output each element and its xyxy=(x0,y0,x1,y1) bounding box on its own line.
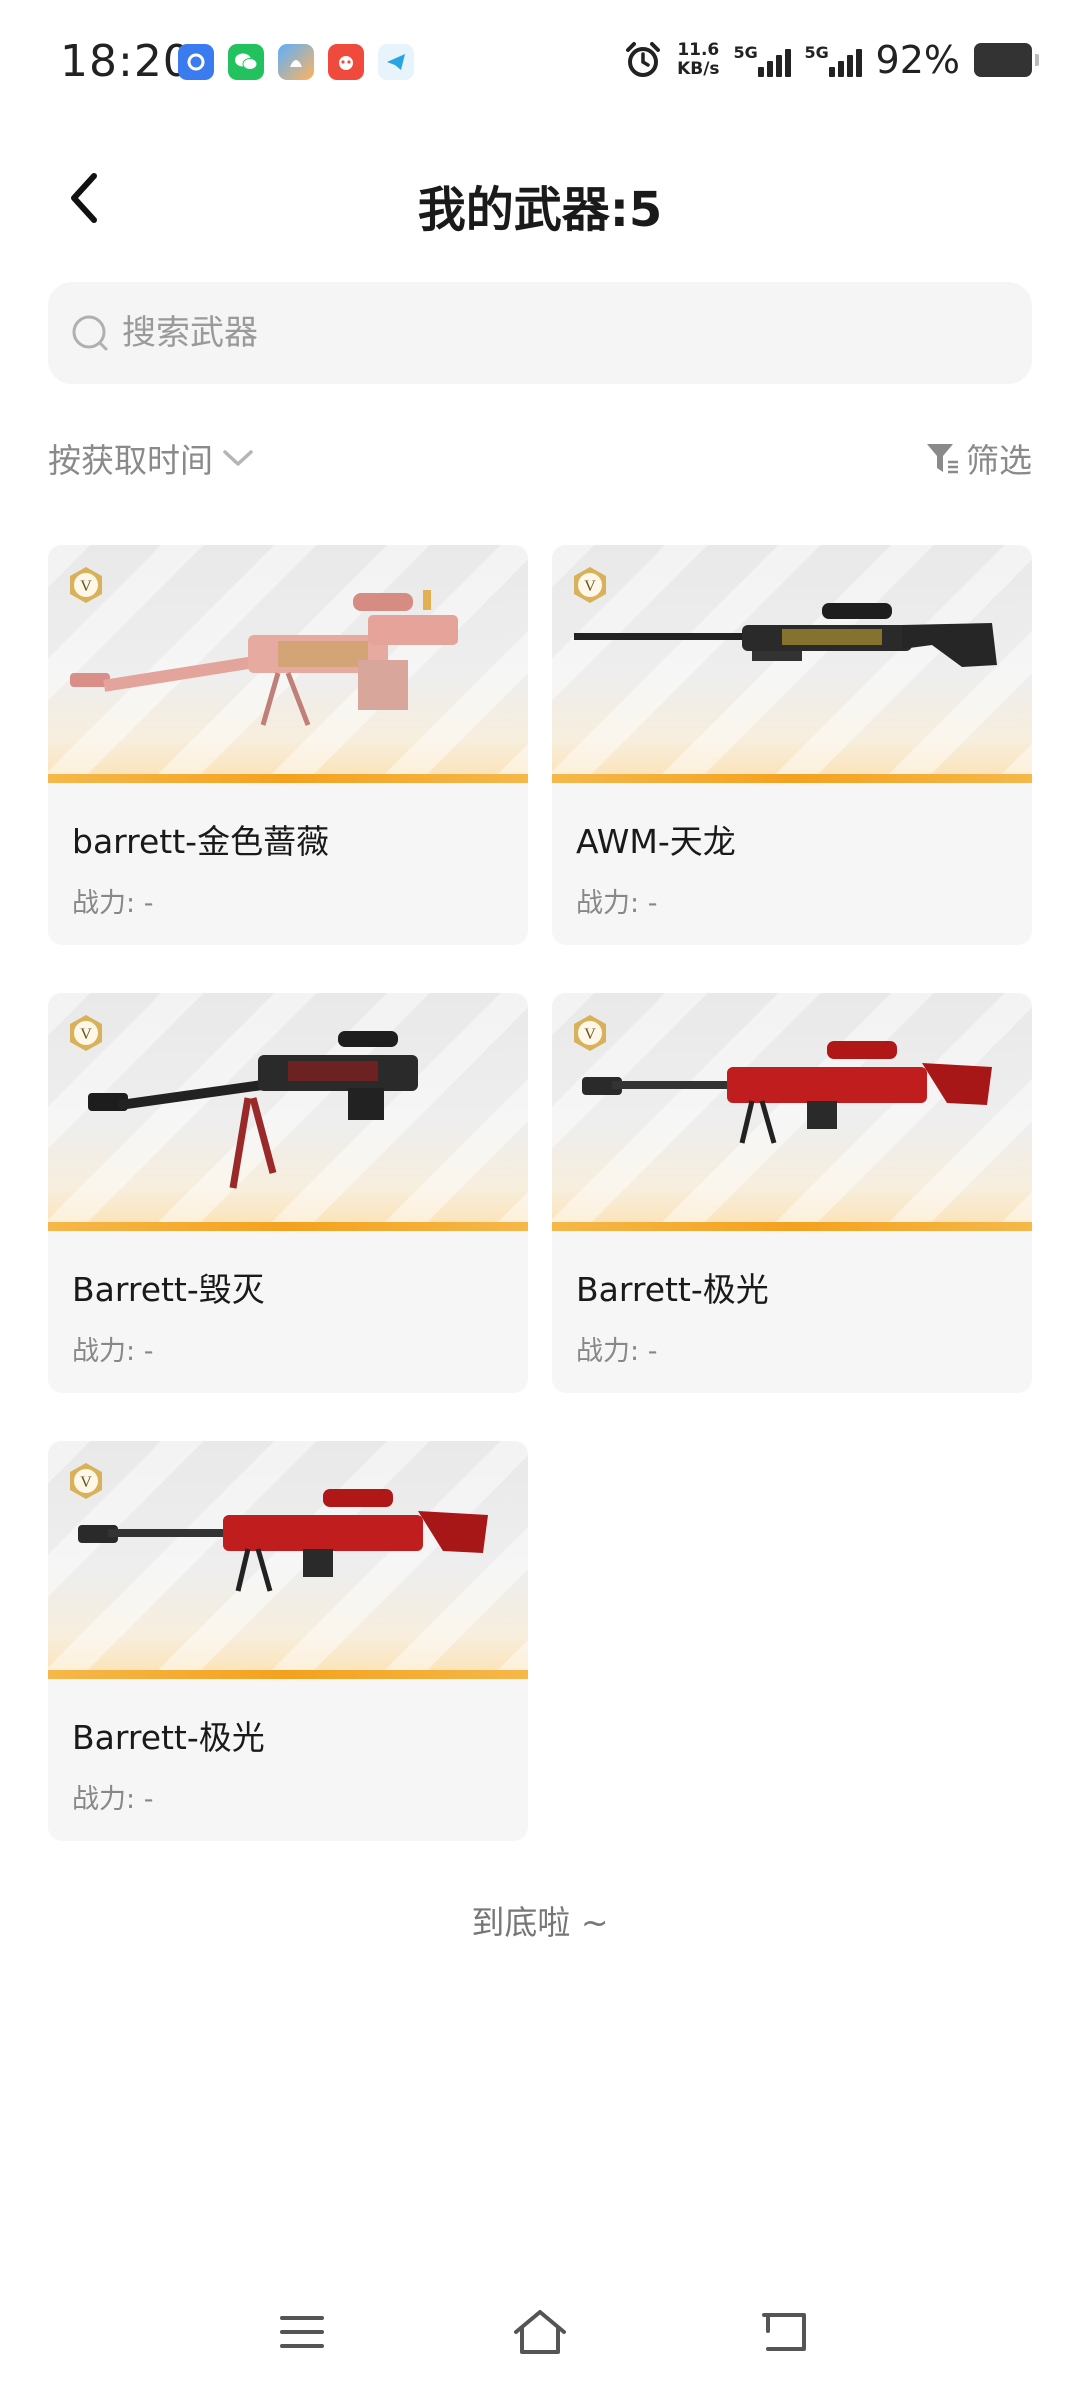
system-indicators: 11.6 KB/s 5G 5G 92% xyxy=(623,38,1039,82)
battery-percent: 92% xyxy=(875,38,960,82)
power-value: - xyxy=(647,888,658,919)
weapon-image: V xyxy=(552,545,1032,783)
v-rank-badge-icon: V xyxy=(574,567,606,603)
signal-sim2-icon: 5G xyxy=(805,43,862,77)
telegram-icon xyxy=(378,44,414,80)
alarm-icon xyxy=(626,42,661,77)
status-time: 18:20 xyxy=(60,36,192,87)
chevron-down-icon xyxy=(223,450,253,466)
app-icon-red xyxy=(328,44,364,80)
weapon-card[interactable]: V Barrett-极光 战力: - xyxy=(48,1441,528,1841)
weapon-name: Barrett-毁灭 xyxy=(72,1270,265,1309)
power-label: 战力: xyxy=(72,1784,136,1815)
menu-icon xyxy=(280,2316,324,2348)
system-navigation-bar xyxy=(0,2272,1080,2392)
weapon-barrett-black-image xyxy=(88,1031,418,1189)
return-icon xyxy=(762,2313,806,2351)
weapon-card[interactable]: V Barrett-毁灭 战力: - xyxy=(48,993,528,1393)
sort-dropdown[interactable]: 按获取时间 xyxy=(48,434,255,482)
notification-icons xyxy=(178,44,414,80)
weapon-card[interactable]: V AWM-天龙 战力: - xyxy=(552,545,1032,945)
power-value: - xyxy=(143,1784,154,1815)
weapon-power: 战力: - xyxy=(72,1777,153,1816)
sim1-label: 5G xyxy=(733,43,758,62)
weapon-image: V xyxy=(48,1441,528,1679)
weapon-power: 战力: - xyxy=(72,1329,153,1368)
app-icon-blue xyxy=(178,44,214,80)
page-title: 我的武器:5 xyxy=(417,182,663,238)
v-rank-badge-icon: V xyxy=(574,1015,606,1051)
weapon-power: 战力: - xyxy=(576,881,657,920)
sort-label: 按获取时间 xyxy=(48,441,213,480)
weapon-barrett-red-image xyxy=(582,1041,992,1144)
sim2-label: 5G xyxy=(804,43,829,62)
weapon-image: V xyxy=(552,993,1032,1231)
list-end-text: 到底啦 ~ xyxy=(471,1903,609,1942)
v-rank-badge-icon: V xyxy=(70,567,102,603)
app-icon-gradient xyxy=(278,44,314,80)
v-rank-badge-icon: V xyxy=(70,1015,102,1051)
weapon-barrett-pink-image xyxy=(70,590,458,726)
power-label: 战力: xyxy=(72,888,136,919)
power-label: 战力: xyxy=(576,1336,640,1367)
search-bar[interactable] xyxy=(48,282,1032,384)
network-speed: 11.6 KB/s xyxy=(677,41,719,79)
svg-text:V: V xyxy=(80,1026,92,1043)
network-speed-value: 11.6 xyxy=(677,40,720,60)
header: 我的武器:5 xyxy=(0,150,1080,250)
back-nav-button[interactable] xyxy=(756,2302,816,2362)
svg-text:V: V xyxy=(584,1026,596,1043)
weapon-power: 战力: - xyxy=(576,1329,657,1368)
weapon-awm-image xyxy=(574,603,997,667)
weapon-card[interactable]: V barrett-金色蔷薇 战力: - xyxy=(48,545,528,945)
filter-button[interactable]: 筛选 xyxy=(924,434,1032,482)
power-value: - xyxy=(647,1336,658,1367)
signal-sim1-icon: 5G xyxy=(734,43,791,77)
svg-text:V: V xyxy=(584,578,596,595)
power-value: - xyxy=(143,888,154,919)
wechat-icon xyxy=(228,44,264,80)
home-icon xyxy=(514,2310,566,2354)
power-label: 战力: xyxy=(72,1336,136,1367)
weapon-name: Barrett-极光 xyxy=(72,1718,265,1757)
weapon-grid: V barrett-金色蔷薇 战力: - V AWM-天龙 战力: - V Ba… xyxy=(48,545,1032,1841)
battery-icon xyxy=(974,43,1039,77)
weapon-image: V xyxy=(48,545,528,783)
filter-icon xyxy=(927,444,958,474)
weapon-card[interactable]: V Barrett-极光 战力: - xyxy=(552,993,1032,1393)
v-rank-badge-icon: V xyxy=(70,1463,102,1499)
menu-nav-button[interactable] xyxy=(272,2302,332,2362)
status-bar: 18:20 11.6 KB/s 5G 5G 92% xyxy=(0,0,1080,130)
filter-label: 筛选 xyxy=(966,441,1032,480)
weapon-name: barrett-金色蔷薇 xyxy=(72,822,330,861)
weapon-name: AWM-天龙 xyxy=(576,822,736,861)
power-label: 战力: xyxy=(576,888,640,919)
weapon-name: Barrett-极光 xyxy=(576,1270,769,1309)
svg-text:V: V xyxy=(80,578,92,595)
search-input[interactable] xyxy=(122,313,922,353)
weapon-power: 战力: - xyxy=(72,881,153,920)
weapon-image: V xyxy=(48,993,528,1231)
home-nav-button[interactable] xyxy=(510,2302,570,2362)
svg-text:V: V xyxy=(80,1474,92,1491)
network-speed-unit: KB/s xyxy=(677,59,720,79)
search-icon xyxy=(72,315,108,351)
weapon-barrett-red-image xyxy=(78,1489,488,1592)
power-value: - xyxy=(143,1336,154,1367)
